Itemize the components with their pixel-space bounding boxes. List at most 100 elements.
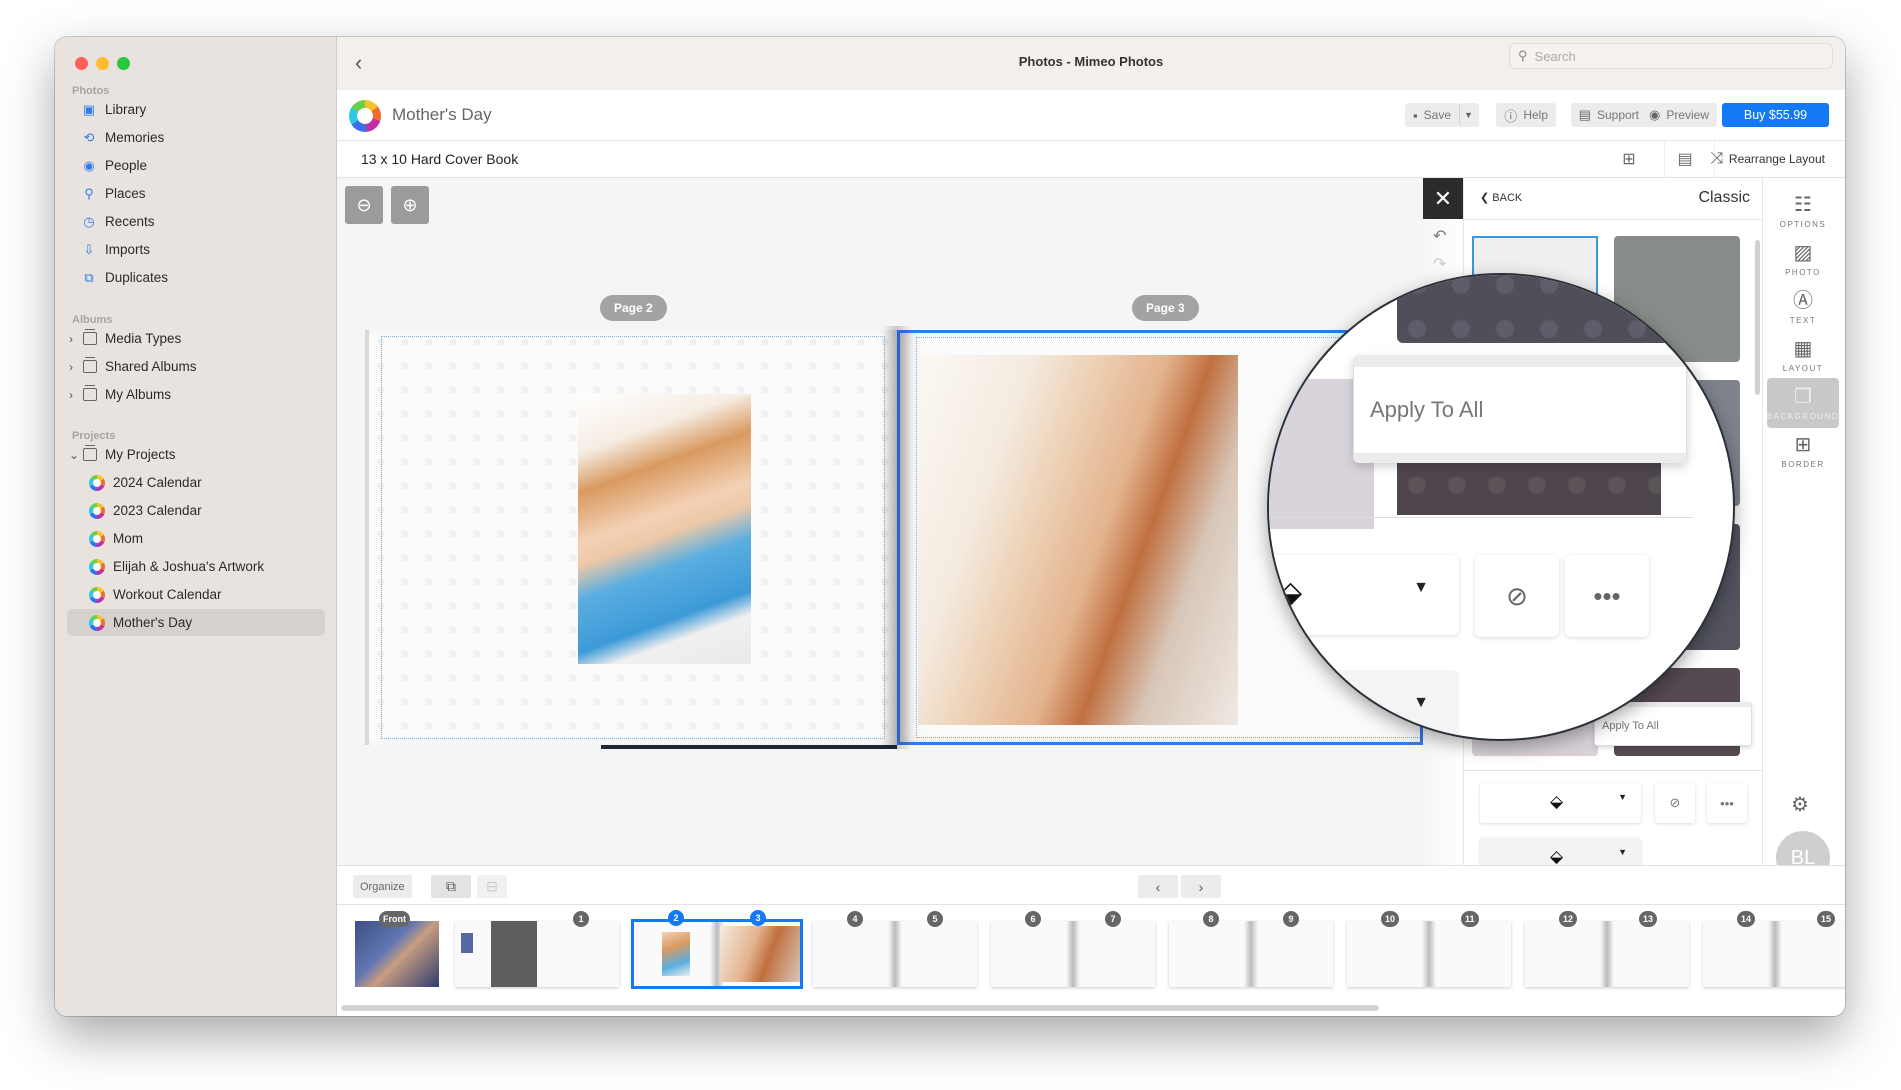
photo-baby-closeup[interactable]: [918, 355, 1238, 725]
minimize-window-button[interactable]: [96, 57, 109, 70]
photo-mother-and-baby[interactable]: [578, 394, 751, 664]
thumbnail-front-cover[interactable]: Front: [355, 911, 439, 987]
gear-icon[interactable]: ⚙: [1791, 792, 1809, 817]
magnified-more-icon: •••: [1565, 555, 1649, 637]
rail-border[interactable]: ⊞ BORDER: [1767, 426, 1839, 476]
save-button[interactable]: ▪ Save: [1405, 103, 1459, 127]
divider: [1464, 219, 1762, 220]
preview-button[interactable]: ◉ Preview: [1640, 103, 1717, 127]
rail-background[interactable]: ❐ BACKGROUND: [1767, 378, 1839, 428]
page-2[interactable]: [369, 330, 897, 745]
project-name: Mother's Day: [392, 105, 492, 124]
thumbnail-spread-selected[interactable]: 2 3: [631, 910, 803, 989]
sidebar-item-my-projects[interactable]: ⌄ My Projects: [67, 441, 325, 468]
book-toolbar: 13 x 10 Hard Cover Book ⊞ ▤ ⤨ Rearrange …: [337, 141, 1845, 178]
zoom-out-icon[interactable]: ⊖: [345, 186, 383, 224]
zoom-in-icon[interactable]: ⊕: [391, 186, 429, 224]
remove-pages-icon[interactable]: ⊟: [477, 875, 507, 898]
chevron-right-icon[interactable]: ›: [69, 388, 79, 402]
magnified-swatch: [1397, 275, 1697, 343]
thumbnail-gutter: [1422, 921, 1436, 987]
thumbnail-dark-page: [491, 921, 537, 987]
close-window-button[interactable]: [75, 57, 88, 70]
project-item[interactable]: Elijah & Joshua's Artwork: [79, 553, 325, 580]
help-button[interactable]: ⓘ Help: [1496, 103, 1556, 127]
project-item[interactable]: 2024 Calendar: [79, 469, 325, 496]
add-photo-icon[interactable]: ⊞: [1618, 148, 1640, 170]
sidebar-item-memories[interactable]: ⟲ Memories: [67, 124, 325, 151]
page-number: 9: [1283, 911, 1299, 927]
sidebar-item-label: Places: [105, 186, 146, 201]
project-item[interactable]: Workout Calendar: [79, 581, 325, 608]
add-pages-icon[interactable]: ⧉: [431, 875, 471, 898]
sidebar-item-label: Shared Albums: [105, 359, 197, 374]
sidebar-item-label: My Albums: [105, 387, 172, 402]
sidebar-item-my-albums[interactable]: › My Albums: [67, 381, 325, 408]
organize-button[interactable]: Organize: [353, 875, 412, 898]
magnifier-callout: Apply To All ⬙ ▼ ⊘ ••• ▼: [1267, 273, 1735, 741]
thumbnail-spread[interactable]: 89: [1169, 911, 1333, 987]
page-label: Page 3: [1132, 295, 1199, 321]
no-background-icon[interactable]: ⊘: [1655, 783, 1695, 823]
thumbnail-photo: [720, 926, 800, 982]
search-input[interactable]: ⚲ Search: [1509, 43, 1833, 69]
sidebar-item-media-types[interactable]: › Media Types: [67, 325, 325, 352]
thumbnail-spread[interactable]: 1: [455, 911, 619, 987]
editor-canvas: ⊖ ⊕ Page 2 Page 3: [337, 178, 1423, 865]
more-options-icon[interactable]: •••: [1707, 783, 1747, 823]
rail-layout[interactable]: ▦ LAYOUT: [1767, 330, 1839, 380]
chevron-right-icon[interactable]: ›: [69, 360, 79, 374]
next-page-icon[interactable]: ›: [1181, 875, 1221, 898]
sidebar-item-people[interactable]: ◉ People: [67, 152, 325, 179]
zoom-window-button[interactable]: [117, 57, 130, 70]
background-color-dropdown[interactable]: ⬙ ▼: [1480, 783, 1641, 823]
rail-label: BACKGROUND: [1766, 411, 1840, 421]
sidebar-item-shared-albums[interactable]: › Shared Albums: [67, 353, 325, 380]
rail-text[interactable]: Ⓐ TEXT: [1767, 282, 1839, 332]
save-dropdown-button[interactable]: ▼: [1459, 103, 1479, 127]
chevron-right-icon[interactable]: ›: [69, 332, 79, 346]
thumbnail-spread[interactable]: 14 15: [1703, 911, 1845, 987]
buy-button[interactable]: Buy $55.99: [1722, 103, 1829, 127]
rearrange-layout-button[interactable]: Rearrange Layout: [1729, 152, 1825, 166]
caret-down-icon: ▼: [1464, 110, 1473, 120]
thumbnail-spread[interactable]: 10 11: [1347, 911, 1511, 987]
previous-page-icon[interactable]: ‹: [1138, 875, 1178, 898]
folder-icon: [83, 329, 97, 345]
page-toolbar: Organize ⧉ ⊟ ‹ ›: [337, 865, 1845, 905]
sidebar-item-imports[interactable]: ⇩ Imports: [67, 236, 325, 263]
back-button[interactable]: ❮ BACK: [1480, 191, 1522, 204]
shared-folder-icon: [83, 357, 97, 373]
rail-options[interactable]: ☷ OPTIONS: [1767, 186, 1839, 236]
undo-icon[interactable]: ↶: [1433, 226, 1446, 246]
rail-photo[interactable]: ▨ PHOTO: [1767, 234, 1839, 284]
chevron-down-icon[interactable]: ⌄: [69, 448, 79, 462]
panel-scrollbar[interactable]: [1755, 240, 1760, 395]
places-icon: ⚲: [84, 185, 94, 201]
page-label: Page 2: [600, 295, 667, 321]
add-page-icon[interactable]: ▤: [1674, 148, 1696, 170]
project-label: Elijah & Joshua's Artwork: [113, 559, 265, 574]
project-item[interactable]: Mom: [79, 525, 325, 552]
project-label: Mom: [113, 531, 143, 546]
shuffle-icon[interactable]: ⤨: [1706, 148, 1728, 170]
project-item[interactable]: 2023 Calendar: [79, 497, 325, 524]
thumbnail-spread[interactable]: 67: [991, 911, 1155, 987]
thumbnail-spread[interactable]: 12 13: [1525, 911, 1689, 987]
sidebar-item-library[interactable]: ▣ Library: [67, 96, 325, 123]
thumbnail-gutter: [1768, 921, 1782, 987]
close-icon[interactable]: ✕: [1423, 178, 1463, 219]
redo-icon[interactable]: ↷: [1433, 254, 1446, 274]
page-number: 13: [1639, 911, 1658, 927]
support-button[interactable]: ▤ Support: [1570, 103, 1647, 127]
sidebar-item-duplicates[interactable]: ⧉ Duplicates: [67, 264, 325, 291]
sidebar-item-recents[interactable]: ◷ Recents: [67, 208, 325, 235]
sidebar-item-places[interactable]: ⚲ Places: [67, 180, 325, 207]
thumbnail-scrollbar[interactable]: [341, 1005, 1379, 1011]
options-icon: ☷: [1794, 193, 1812, 216]
project-item-selected[interactable]: Mother's Day: [67, 609, 325, 636]
main-area: ‹ Photos - Mimeo Photos ⚲ Search Mother'…: [337, 37, 1845, 1016]
thumbnail-spread[interactable]: 45: [813, 911, 977, 987]
divider: [1464, 770, 1762, 771]
text-icon: Ⓐ: [1793, 289, 1813, 312]
